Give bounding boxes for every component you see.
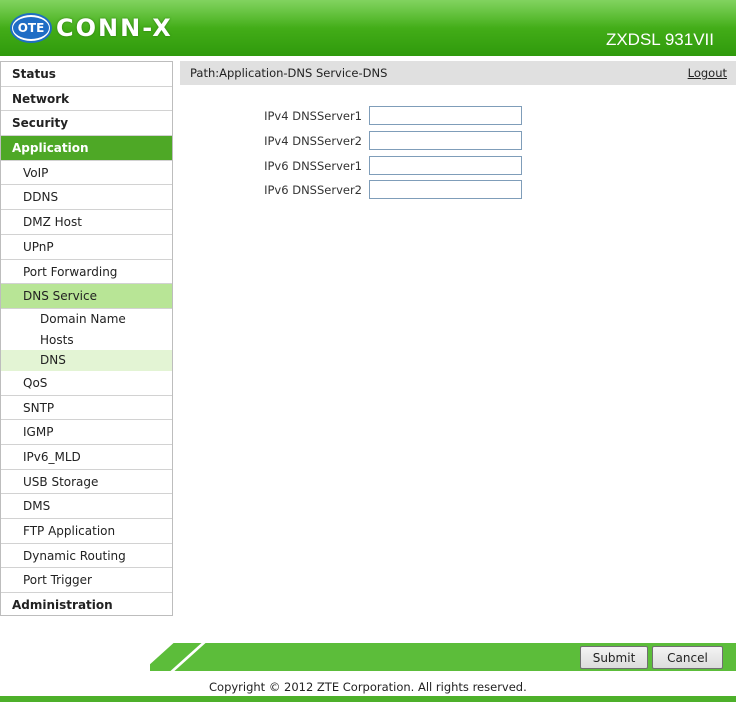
ipv6-dnsserver1-label: IPv6 DNSServer1: [264, 159, 362, 173]
sidebar-item-administration[interactable]: Administration: [1, 593, 172, 618]
sidebar-item-ddns[interactable]: DDNS: [1, 185, 172, 211]
sidebar-item-qos[interactable]: QoS: [1, 371, 172, 396]
ipv4-dnsserver2-label: IPv4 DNSServer2: [264, 134, 362, 148]
brand-logo: OTE CONN-X: [10, 12, 173, 44]
logo-badge-text: OTE: [13, 17, 49, 39]
path-bar: Path:Application-DNS Service-DNS Logout: [180, 61, 736, 85]
footer-stripe: [170, 643, 206, 671]
breadcrumb: Path:Application-DNS Service-DNS: [190, 66, 388, 80]
sidebar-item-port-forwarding[interactable]: Port Forwarding: [1, 260, 172, 285]
footer-action-bar: [150, 643, 736, 671]
sidebar-item-voip[interactable]: VoIP: [1, 161, 172, 186]
footer-wedge: [150, 643, 174, 671]
submit-button[interactable]: Submit: [580, 646, 648, 669]
sidebar-item-application[interactable]: Application: [1, 136, 172, 161]
sidebar-item-dynamic-routing[interactable]: Dynamic Routing: [1, 544, 172, 569]
dns-row-ipv4-1: IPv4 DNSServer1: [180, 106, 580, 126]
ipv6-dnsserver2-input[interactable]: [369, 180, 522, 199]
logout-link[interactable]: Logout: [688, 66, 727, 80]
header-banner: OTE CONN-X ZXDSL 931VII: [0, 0, 736, 56]
dns-row-ipv4-2: IPv4 DNSServer2: [180, 131, 580, 151]
sidebar-item-dmz-host[interactable]: DMZ Host: [1, 210, 172, 235]
bottom-bar: [0, 696, 736, 702]
ipv4-dnsserver2-input[interactable]: [369, 131, 522, 150]
ipv4-dnsserver1-input[interactable]: [369, 106, 522, 125]
sidebar-item-status[interactable]: Status: [1, 62, 172, 87]
sidebar-item-network[interactable]: Network: [1, 87, 172, 112]
sidebar-item-dns[interactable]: DNS: [1, 350, 172, 371]
sidebar-item-dms[interactable]: DMS: [1, 494, 172, 520]
sidebar-item-domain-name[interactable]: Domain Name: [1, 309, 172, 330]
sidebar-item-dns-service[interactable]: DNS Service: [1, 284, 172, 309]
sidebar-item-port-trigger[interactable]: Port Trigger: [1, 568, 172, 594]
dns-row-ipv6-1: IPv6 DNSServer1: [180, 156, 580, 176]
ipv6-dnsserver2-label: IPv6 DNSServer2: [264, 183, 362, 197]
sidebar-item-sntp[interactable]: SNTP: [1, 396, 172, 421]
sidebar-item-upnp[interactable]: UPnP: [1, 235, 172, 260]
cancel-button[interactable]: Cancel: [652, 646, 723, 669]
sidebar-item-security[interactable]: Security: [1, 111, 172, 137]
sidebar-nav: Status Network Security Application VoIP DDNS…: [0, 61, 173, 616]
sidebar-item-hosts[interactable]: Hosts: [1, 330, 172, 351]
sidebar-item-usb-storage[interactable]: USB Storage: [1, 470, 172, 495]
sidebar-item-igmp[interactable]: IGMP: [1, 420, 172, 445]
sidebar-item-ipv6-mld[interactable]: IPv6_MLD: [1, 445, 172, 470]
sidebar-item-ftp-application[interactable]: FTP Application: [1, 519, 172, 544]
ipv4-dnsserver1-label: IPv4 DNSServer1: [264, 109, 362, 123]
dns-row-ipv6-2: IPv6 DNSServer2: [180, 180, 580, 200]
ote-logo-icon: OTE: [10, 13, 52, 43]
ipv6-dnsserver1-input[interactable]: [369, 156, 522, 175]
device-model: ZXDSL 931VII: [605, 30, 714, 49]
copyright-text: Copyright © 2012 ZTE Corporation. All ri…: [209, 680, 527, 694]
logo-text: CONN-X: [56, 14, 173, 42]
